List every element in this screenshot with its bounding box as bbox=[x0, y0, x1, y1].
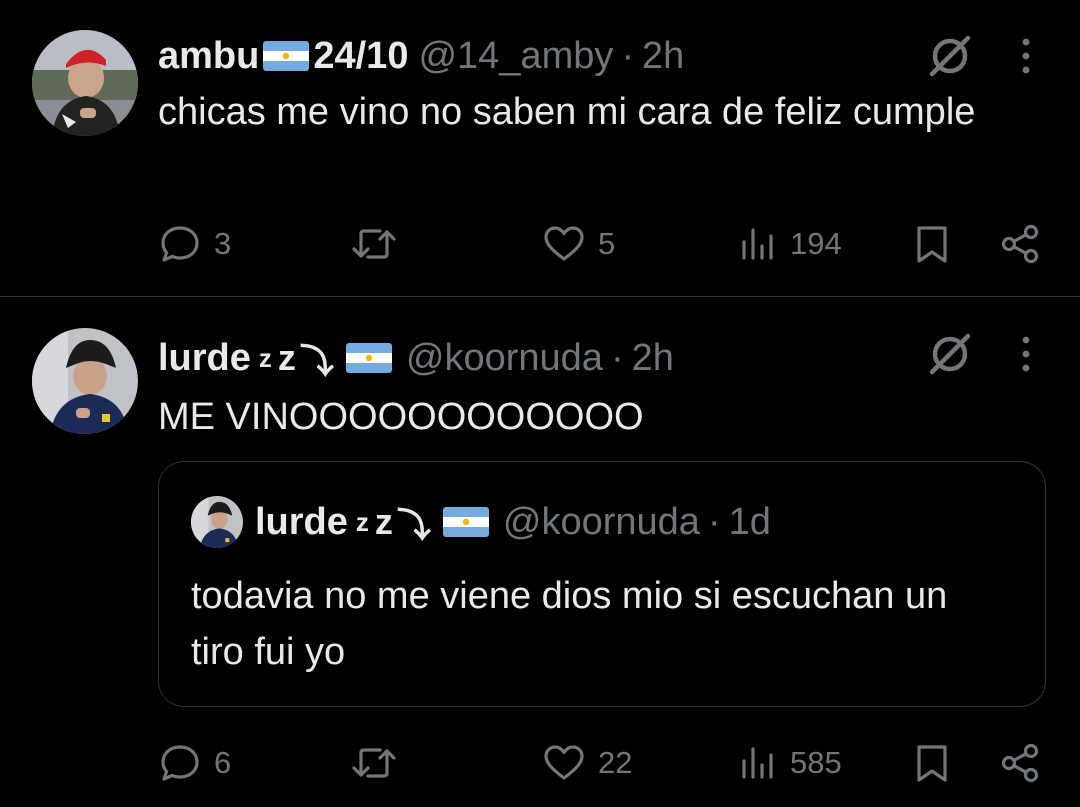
share-button[interactable] bbox=[998, 216, 1042, 272]
avatar[interactable] bbox=[32, 328, 138, 434]
separator-dot: · bbox=[610, 336, 624, 379]
timestamp: 1d bbox=[728, 500, 771, 543]
tweet-actions: 3 5 194 bbox=[158, 216, 1048, 272]
quoted-tweet-text: todavia no me viene dios mio si escuchan… bbox=[191, 575, 948, 673]
retweet-button[interactable] bbox=[350, 216, 410, 272]
views-button[interactable]: 194 bbox=[738, 216, 842, 272]
author-name-zz-big: z bbox=[277, 337, 296, 378]
grok-icon[interactable] bbox=[924, 30, 976, 82]
tweet-header: ambu 24/10 @14_amby · 2h bbox=[158, 28, 684, 84]
author-handle[interactable]: @14_amby bbox=[418, 35, 613, 78]
author-name-suffix: 24/10 bbox=[313, 34, 409, 77]
grok-icon[interactable] bbox=[924, 328, 976, 380]
author-name-zz-small: z bbox=[258, 342, 272, 373]
quoted-tweet[interactable]: lurde z z ⤵ @koornuda · 1d todavia no me… bbox=[158, 461, 1046, 707]
views-count: 194 bbox=[790, 226, 842, 261]
bookmark-icon bbox=[912, 222, 952, 266]
reply-button[interactable]: 3 bbox=[158, 216, 231, 272]
tweet[interactable]: lurde z z ⤵ @koornuda · 2h ME VINOOOOOOO… bbox=[0, 297, 1080, 807]
retweet-icon bbox=[350, 222, 398, 266]
bookmark-icon bbox=[912, 741, 952, 785]
argentina-flag-icon bbox=[442, 507, 489, 537]
avatar bbox=[191, 496, 243, 548]
reply-count: 6 bbox=[214, 745, 232, 780]
like-button[interactable]: 22 bbox=[542, 735, 632, 791]
argentina-flag-icon bbox=[345, 343, 392, 373]
author-name-arrow: ⤵ bbox=[299, 342, 334, 381]
author-name-arrow: ⤵ bbox=[396, 506, 431, 545]
author-handle[interactable]: @koornuda bbox=[406, 337, 603, 380]
argentina-flag-icon bbox=[263, 41, 310, 71]
timestamp[interactable]: 2h bbox=[632, 337, 674, 380]
quoted-tweet-header: lurde z z ⤵ @koornuda · 1d bbox=[255, 494, 771, 550]
like-count: 22 bbox=[598, 745, 633, 780]
heart-icon bbox=[542, 741, 586, 785]
author-name[interactable]: lurde bbox=[158, 337, 251, 380]
heart-icon bbox=[542, 222, 586, 266]
views-button[interactable]: 585 bbox=[738, 735, 842, 791]
author-name[interactable]: ambu bbox=[158, 35, 259, 78]
reply-icon bbox=[158, 741, 202, 785]
retweet-button[interactable] bbox=[350, 735, 410, 791]
bookmark-button[interactable] bbox=[912, 216, 952, 272]
more-icon[interactable] bbox=[1012, 328, 1040, 380]
timestamp[interactable]: 2h bbox=[642, 35, 684, 78]
tweet-actions: 6 22 585 bbox=[158, 735, 1048, 791]
more-icon[interactable] bbox=[1012, 30, 1040, 82]
tweet[interactable]: ambu 24/10 @14_amby · 2h chicas me vino … bbox=[0, 0, 1080, 297]
tweet-text: chicas me vino no saben mi cara de feliz… bbox=[158, 91, 976, 133]
views-icon bbox=[738, 222, 778, 266]
views-icon bbox=[738, 741, 778, 785]
views-count: 585 bbox=[790, 745, 842, 780]
author-handle: @koornuda bbox=[502, 500, 700, 543]
reply-icon bbox=[158, 222, 202, 266]
share-icon bbox=[998, 741, 1042, 785]
separator-dot: · bbox=[621, 34, 635, 77]
share-icon bbox=[998, 222, 1042, 266]
like-count: 5 bbox=[598, 226, 616, 261]
reply-count: 3 bbox=[214, 226, 232, 261]
bookmark-button[interactable] bbox=[912, 735, 952, 791]
reply-button[interactable]: 6 bbox=[158, 735, 231, 791]
tweet-header: lurde z z ⤵ @koornuda · 2h bbox=[158, 330, 674, 386]
author-name-zz-small: z bbox=[355, 506, 369, 537]
separator-dot: · bbox=[707, 500, 721, 543]
like-button[interactable]: 5 bbox=[542, 216, 615, 272]
share-button[interactable] bbox=[998, 735, 1042, 791]
avatar[interactable] bbox=[32, 30, 138, 136]
author-name: lurde bbox=[255, 500, 348, 543]
tweet-text: ME VINOOOOOOOOOOOO bbox=[158, 396, 644, 438]
author-name-zz-big: z bbox=[374, 501, 393, 542]
retweet-icon bbox=[350, 741, 398, 785]
